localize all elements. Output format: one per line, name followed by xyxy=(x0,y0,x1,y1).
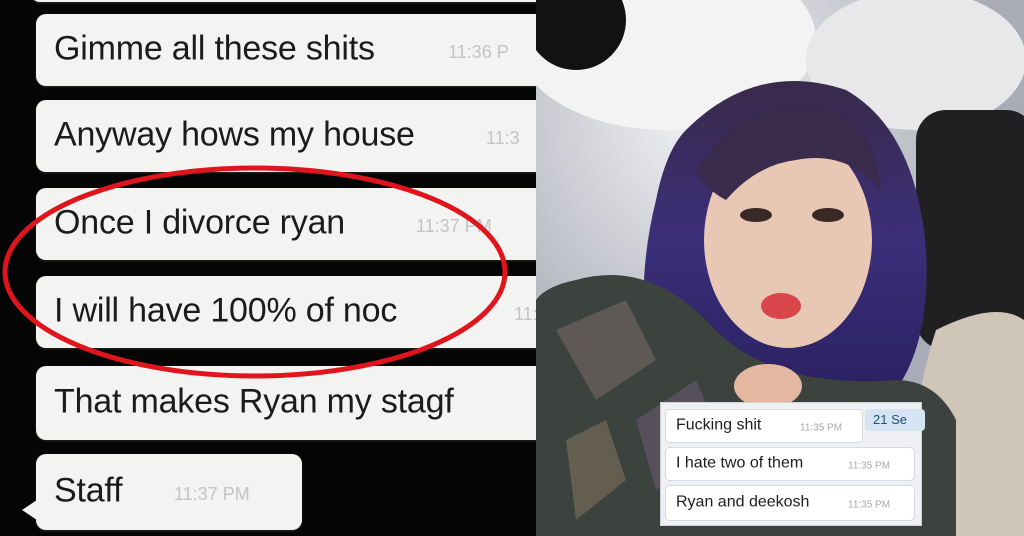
message-bubble: I will have 100% of noc 11:37 xyxy=(36,276,536,348)
date-label: 21 Se xyxy=(873,412,907,427)
message-time: 11:35 PM xyxy=(848,460,891,472)
message-text: Ryan and deekosh xyxy=(676,493,810,511)
inset-message-bubble: Fucking shit 11:35 PM xyxy=(665,409,863,443)
right-photo-panel: 21 Se Fucking shit 11:35 PM I hate two o… xyxy=(536,0,1024,536)
message-text: Gimme all these shits xyxy=(54,29,375,68)
inset-chat-screenshot: 21 Se Fucking shit 11:35 PM I hate two o… xyxy=(660,402,925,526)
date-chip: 21 Se xyxy=(865,409,925,431)
message-time: 11:3 xyxy=(486,128,520,149)
message-time: 11:36 P xyxy=(448,42,509,63)
message-bubble: Once I divorce ryan 11:37 PM xyxy=(36,188,536,260)
message-time: 11:35 PM xyxy=(848,499,891,511)
message-text: Once I divorce ryan xyxy=(54,203,345,242)
message-text: Anyway hows my house xyxy=(54,115,415,154)
message-bubble: Anyway hows my house 11:3 xyxy=(36,100,536,172)
left-chat-panel: Gimme all these shits 11:36 P Anyway how… xyxy=(0,0,536,536)
message-bubble: Gimme all these shits 11:36 P xyxy=(36,14,536,86)
message-bubble: That makes Ryan my stagf xyxy=(36,366,536,440)
message-text: I will have 100% of noc xyxy=(54,291,398,330)
inset-message-bubble: Ryan and deekosh 11:35 PM xyxy=(665,485,915,521)
message-bubble: Staff 11:37 PM xyxy=(36,454,302,530)
message-text: I hate two of them xyxy=(676,454,804,472)
message-text: Fucking shit xyxy=(676,416,762,434)
inset-message-bubble: I hate two of them 11:35 PM xyxy=(665,447,915,481)
message-bubble-partial xyxy=(30,0,536,2)
message-time: 11:37 PM xyxy=(416,216,492,237)
message-time: 11:37 xyxy=(514,304,536,325)
message-text: Staff xyxy=(54,471,123,510)
message-time: 11:37 PM xyxy=(174,484,250,505)
message-time: 11:35 PM xyxy=(800,422,843,434)
message-text: That makes Ryan my stagf xyxy=(54,382,454,421)
